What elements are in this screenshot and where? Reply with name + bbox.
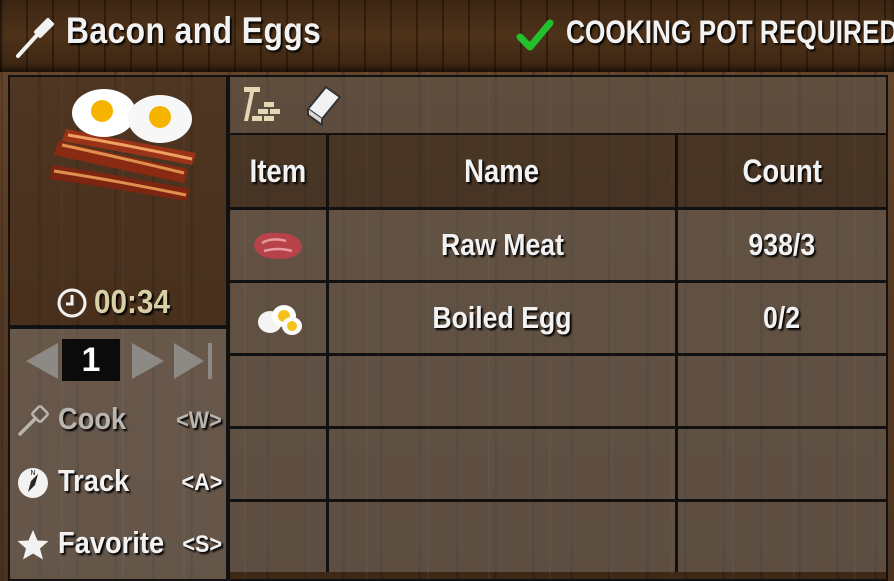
cook-key: <W> bbox=[176, 407, 222, 434]
checkmark-icon bbox=[516, 19, 554, 51]
column-header-name: Name bbox=[329, 135, 678, 210]
workstation-icon[interactable] bbox=[238, 81, 284, 127]
ingredient-icon-cell bbox=[230, 210, 329, 283]
table-row[interactable]: Boiled Egg 0/2 bbox=[230, 283, 886, 356]
ingredient-count: 938/3 bbox=[678, 210, 886, 283]
favorite-label: Favorite bbox=[58, 525, 165, 560]
table-row[interactable]: Raw Meat 938/3 bbox=[230, 210, 886, 283]
cook-label: Cook bbox=[58, 401, 127, 436]
clock-icon bbox=[57, 288, 87, 318]
favorite-key: <S> bbox=[182, 531, 222, 558]
compass-icon: N bbox=[18, 468, 48, 498]
table-row bbox=[230, 429, 886, 502]
ingredient-name: Raw Meat bbox=[329, 210, 678, 283]
cook-button[interactable]: Cook <W> bbox=[10, 393, 226, 449]
decrease-quantity-button[interactable] bbox=[18, 337, 66, 385]
empty-cell bbox=[230, 356, 329, 429]
ingredients-panel: Item Name Count Raw Meat 938/3 Boiled Eg… bbox=[228, 75, 888, 581]
empty-cell bbox=[678, 429, 886, 502]
empty-cell bbox=[678, 502, 886, 572]
quantity-input[interactable]: 1 bbox=[62, 339, 120, 381]
requirement-text: COOKING POT REQUIRED bbox=[566, 14, 894, 50]
ingredients-toolbar bbox=[230, 77, 886, 135]
table-row bbox=[230, 356, 886, 429]
craft-time: 00:34 bbox=[94, 283, 170, 320]
empty-cell bbox=[678, 356, 886, 429]
increase-quantity-button[interactable] bbox=[124, 337, 172, 385]
boiled-egg-icon bbox=[258, 305, 302, 335]
max-quantity-button[interactable] bbox=[170, 337, 218, 385]
bacon-and-eggs-icon bbox=[50, 89, 196, 201]
column-header-count: Count bbox=[678, 135, 886, 210]
empty-cell bbox=[230, 502, 329, 572]
recipe-book-icon[interactable] bbox=[300, 81, 346, 127]
empty-cell bbox=[329, 356, 678, 429]
recipe-title: Bacon and Eggs bbox=[66, 10, 322, 51]
svg-text:N: N bbox=[30, 469, 35, 477]
empty-cell bbox=[230, 429, 329, 502]
star-icon bbox=[17, 530, 49, 560]
track-label: Track bbox=[58, 463, 130, 498]
table-header-row: Item Name Count bbox=[230, 135, 886, 210]
empty-cell bbox=[329, 502, 678, 572]
track-key: <A> bbox=[181, 469, 222, 496]
ingredient-count: 0/2 bbox=[678, 283, 886, 356]
table-row bbox=[230, 502, 886, 572]
raw-meat-icon bbox=[254, 232, 302, 259]
recipe-header: Bacon and Eggs COOKING POT REQUIRED bbox=[0, 0, 894, 72]
spatula-icon bbox=[18, 405, 49, 436]
recipe-preview-panel: 00:34 bbox=[8, 75, 228, 327]
ingredient-name: Boiled Egg bbox=[329, 283, 678, 356]
favorite-button[interactable]: Favorite <S> bbox=[10, 517, 226, 573]
fork-icon bbox=[16, 18, 54, 58]
ingredients-table: Item Name Count Raw Meat 938/3 Boiled Eg… bbox=[230, 135, 886, 572]
track-button[interactable]: N Track <A> bbox=[10, 455, 226, 511]
craft-controls-panel: 1 Cook <W> N Track <A> Favorite <S> bbox=[8, 327, 228, 581]
empty-cell bbox=[329, 429, 678, 502]
ingredient-icon-cell bbox=[230, 283, 329, 356]
column-header-item: Item bbox=[230, 135, 329, 210]
